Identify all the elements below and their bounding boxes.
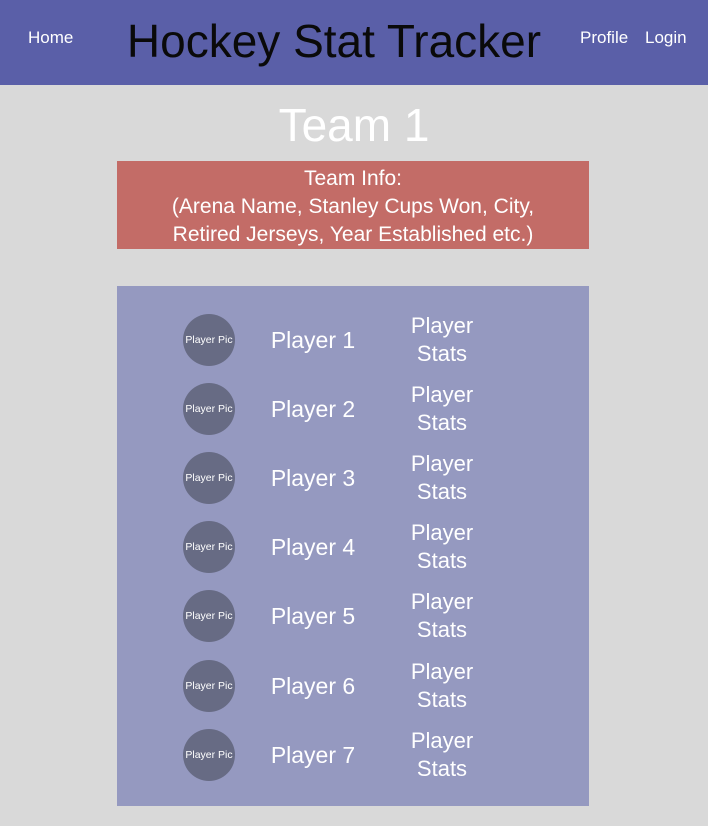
player-stats[interactable]: Player Stats: [395, 450, 489, 506]
player-stats-label: Player: [410, 728, 474, 753]
player-name[interactable]: Player 1: [255, 326, 371, 354]
player-stats-label: Player: [410, 589, 474, 614]
top-navbar: Home Hockey Stat Tracker Profile Login: [0, 0, 708, 85]
player-stats-label: Stats: [416, 687, 468, 712]
player-stats-label: Player: [410, 451, 474, 476]
player-name[interactable]: Player 2: [255, 395, 371, 423]
player-stats-label: Stats: [416, 341, 468, 366]
player-name[interactable]: Player 6: [255, 672, 371, 700]
player-stats[interactable]: Player Stats: [395, 381, 489, 437]
player-stats-label: Stats: [416, 479, 468, 504]
player-stats[interactable]: Player Stats: [395, 312, 489, 368]
player-row[interactable]: Player Pic Player 4 Player Stats: [117, 519, 589, 575]
player-row[interactable]: Player Pic Player 2 Player Stats: [117, 381, 589, 437]
player-stats[interactable]: Player Stats: [395, 588, 489, 644]
player-pic-avatar[interactable]: Player Pic: [183, 383, 235, 435]
player-stats[interactable]: Player Stats: [395, 519, 489, 575]
team-info-line: Team Info:: [303, 167, 403, 190]
player-row[interactable]: Player Pic Player 1 Player Stats: [117, 312, 589, 368]
player-row[interactable]: Player Pic Player 6 Player Stats: [117, 658, 589, 714]
player-row[interactable]: Player Pic Player 5 Player Stats: [117, 588, 589, 644]
player-pic-avatar[interactable]: Player Pic: [183, 729, 235, 781]
app-title: Hockey Stat Tracker: [126, 15, 542, 67]
player-name[interactable]: Player 5: [255, 602, 371, 630]
player-row[interactable]: Player Pic Player 7 Player Stats: [117, 727, 589, 783]
player-stats-label: Stats: [416, 756, 468, 781]
player-roster: Player Pic Player 1 Player Stats Player …: [117, 286, 589, 806]
player-row[interactable]: Player Pic Player 3 Player Stats: [117, 450, 589, 506]
player-pic-avatar[interactable]: Player Pic: [183, 314, 235, 366]
player-pic-avatar[interactable]: Player Pic: [183, 521, 235, 573]
player-pic-avatar[interactable]: Player Pic: [183, 660, 235, 712]
player-stats-label: Stats: [416, 548, 468, 573]
player-pic-avatar[interactable]: Player Pic: [183, 590, 235, 642]
player-stats[interactable]: Player Stats: [395, 658, 489, 714]
player-name[interactable]: Player 7: [255, 741, 371, 769]
player-stats[interactable]: Player Stats: [395, 727, 489, 783]
player-stats-label: Player: [410, 520, 474, 545]
player-stats-label: Stats: [416, 617, 468, 642]
team-info-panel: Team Info: (Arena Name, Stanley Cups Won…: [117, 161, 589, 249]
player-pic-avatar[interactable]: Player Pic: [183, 452, 235, 504]
team-info-line: (Arena Name, Stanley Cups Won, City,: [171, 195, 535, 218]
player-stats-label: Stats: [416, 410, 468, 435]
player-stats-label: Player: [410, 659, 474, 684]
player-stats-label: Player: [410, 382, 474, 407]
team-title: Team 1: [278, 99, 430, 151]
team-info-line: Retired Jerseys, Year Established etc.): [172, 223, 534, 246]
login-link[interactable]: Login: [645, 28, 687, 48]
player-stats-label: Player: [410, 313, 474, 338]
profile-link[interactable]: Profile: [580, 28, 628, 48]
player-name[interactable]: Player 4: [255, 533, 371, 561]
player-name[interactable]: Player 3: [255, 464, 371, 492]
